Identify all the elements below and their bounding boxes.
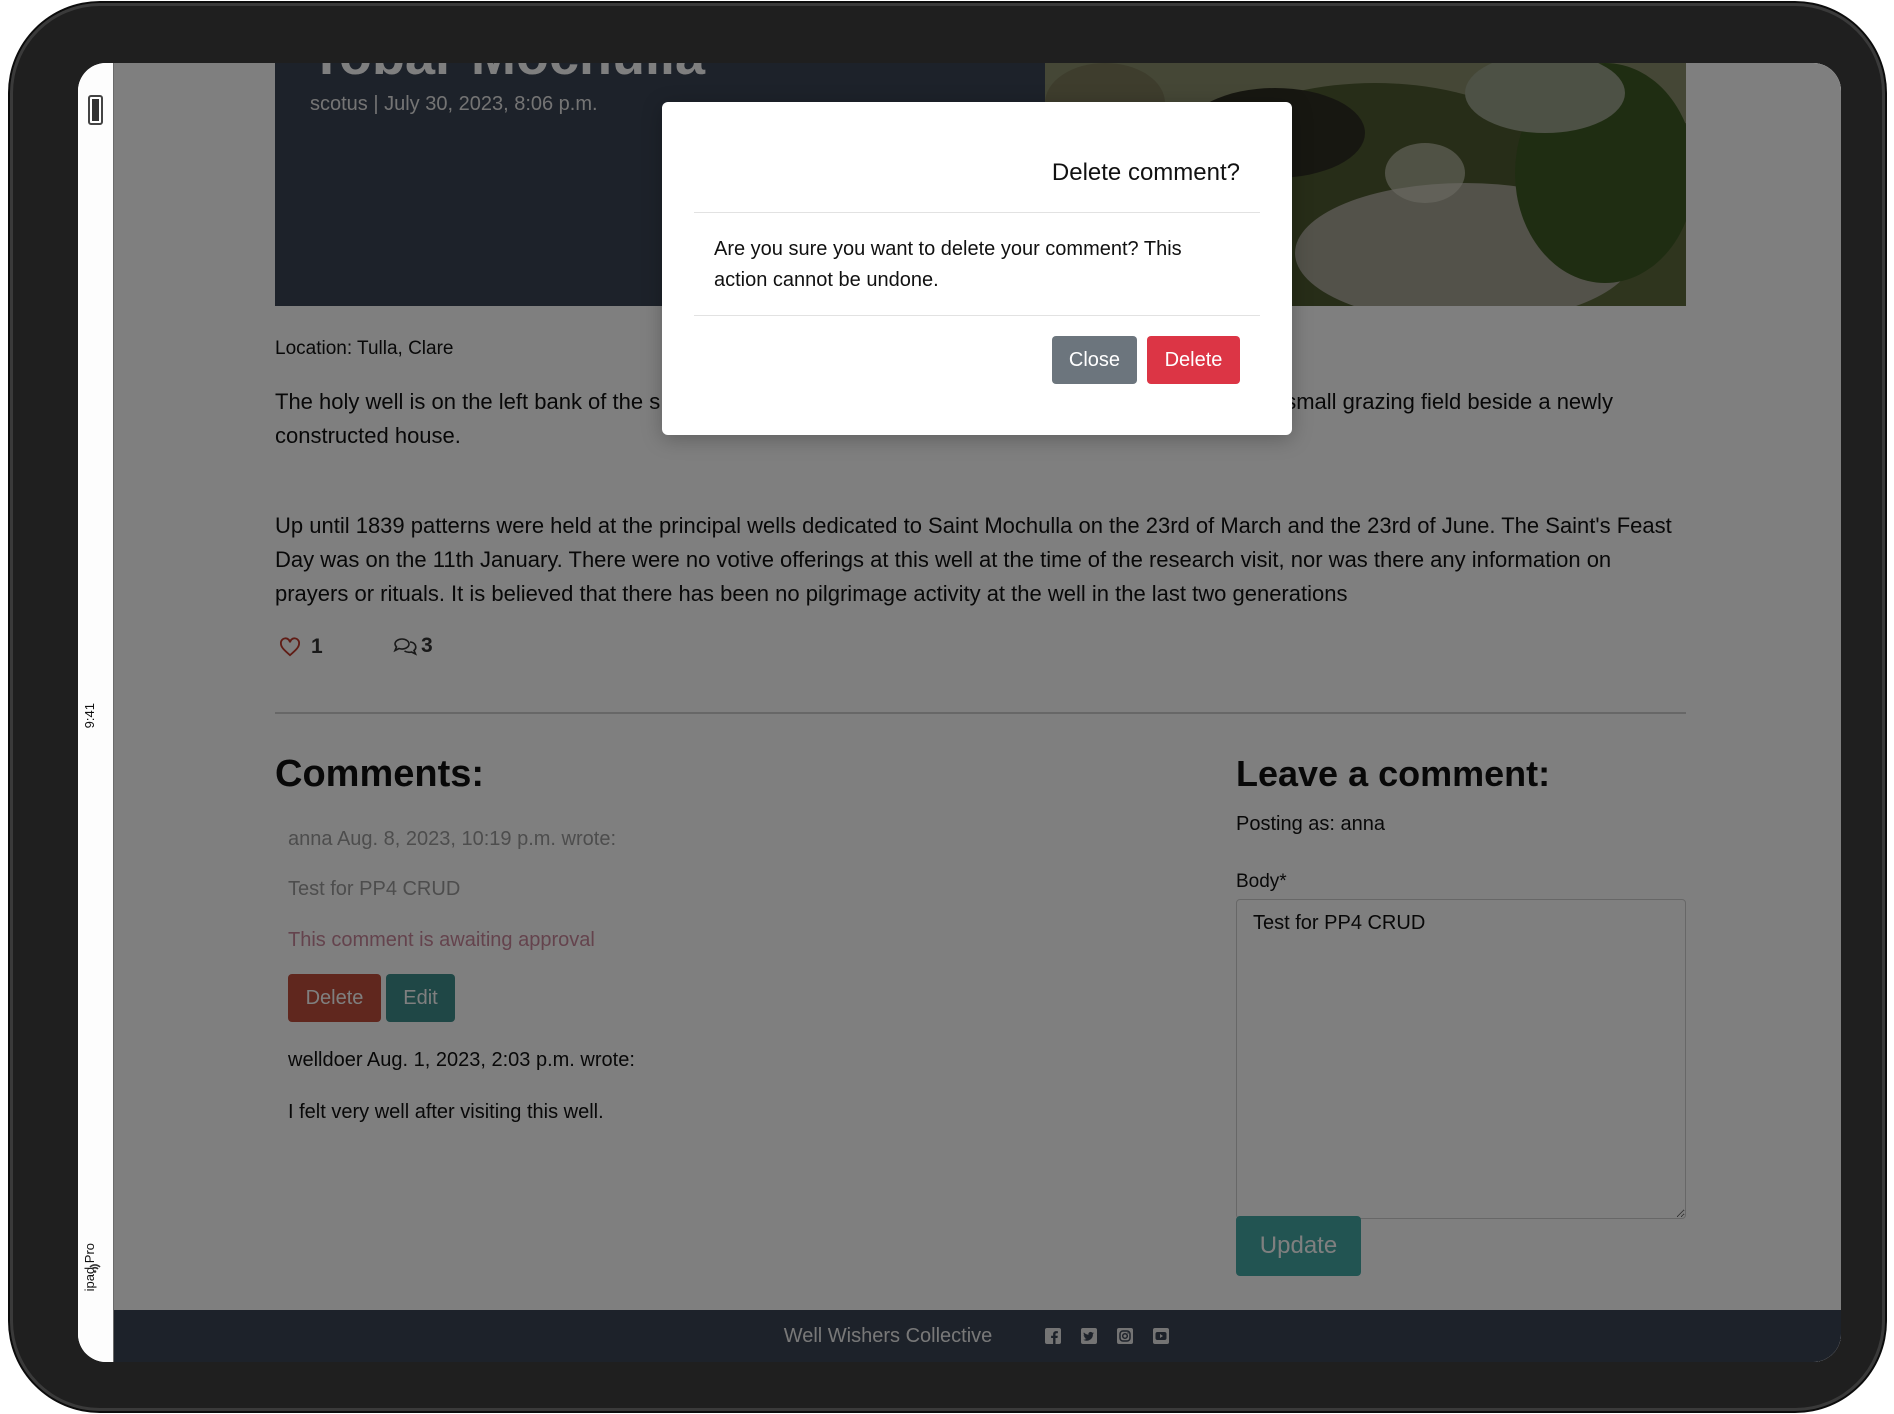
wifi-icon [89,1264,101,1273]
battery-icon [88,95,103,125]
modal-title: Delete comment? [1051,159,1240,186]
delete-comment-modal: Delete comment? Are you sure you want to… [662,102,1292,435]
screen: 9:41 ipad Pro Tobar Mochulla scotus | Ju… [78,63,1841,1362]
modal-delete-button[interactable]: Delete [1147,336,1240,384]
modal-close-button[interactable]: Close [1052,336,1137,384]
ipad-frame: 9:41 ipad Pro Tobar Mochulla scotus | Ju… [10,3,1885,1411]
status-bar: 9:41 ipad Pro [78,63,114,1362]
modal-footer-divider [694,315,1260,316]
modal-body: Are you sure you want to delete your com… [714,238,1182,291]
status-time: 9:41 [82,703,97,729]
modal-header-divider [694,212,1260,213]
